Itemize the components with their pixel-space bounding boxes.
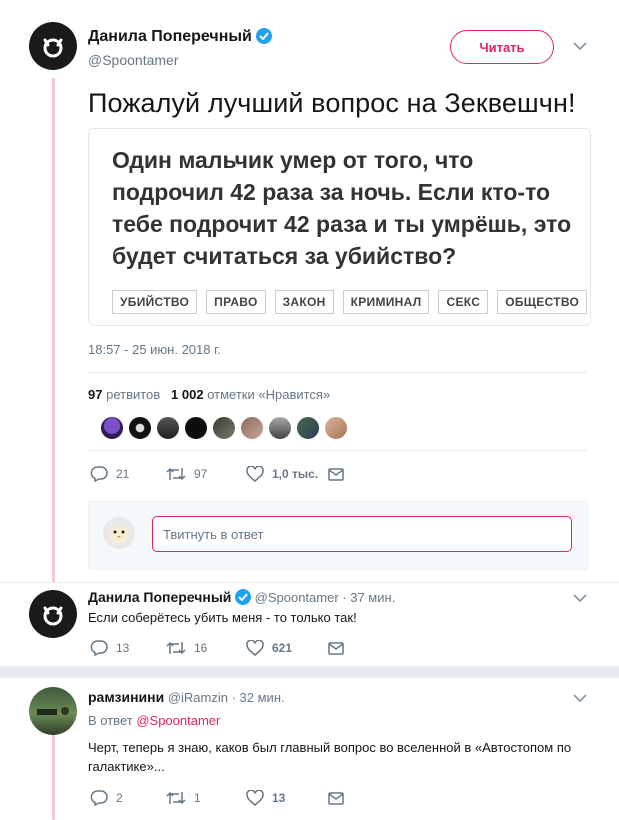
liker-avatar[interactable] [324, 416, 348, 440]
retweet-action[interactable]: 16 [166, 641, 246, 655]
direct-message-icon[interactable] [328, 790, 344, 806]
reply-text: Черт, теперь я знаю, каков был главный в… [88, 740, 572, 774]
reply-header: Данила Поперечный @Spoontamer · 37 мин. [88, 589, 395, 605]
liker-avatar[interactable] [212, 416, 236, 440]
divider [88, 450, 588, 451]
thread-line-bottom [52, 730, 55, 820]
reply-text: Если соберётесь убить меня - то только т… [88, 610, 357, 625]
reply-time[interactable]: · 32 мин. [232, 690, 285, 705]
retweet-count: 16 [194, 641, 208, 655]
author-name[interactable]: Данила Поперечный [88, 28, 252, 45]
card-question: Один мальчик умер от того, что подрочил … [112, 147, 572, 269]
horned-logo-icon [43, 606, 63, 626]
retweet-icon [166, 791, 186, 805]
direct-message-icon[interactable] [328, 466, 344, 482]
verified-icon [256, 28, 273, 44]
like-action[interactable]: 621 [246, 640, 328, 656]
reply-icon [90, 790, 108, 806]
reply-action[interactable]: 21 [90, 466, 166, 482]
retweet-count: 1 [194, 791, 201, 805]
in-reply-link[interactable]: @Spoontamer [136, 713, 220, 728]
liker-avatar[interactable] [156, 416, 180, 440]
tweet-actions: 21 97 1,0 тыс. [90, 466, 344, 482]
in-reply-prefix: В ответ [88, 713, 133, 728]
likes-count[interactable]: 1 002 [171, 387, 204, 402]
heart-icon [246, 790, 264, 806]
divider [0, 582, 619, 583]
reply-header: рамзинини @iRamzin · 32 мин. [88, 689, 285, 705]
engagement-stats: 97 ретвитов 1 002 отметки «Нравится» [88, 387, 330, 402]
retweet-count: 97 [194, 467, 208, 481]
like-count: 621 [272, 641, 293, 655]
thread-separator [0, 666, 619, 678]
verified-icon [235, 589, 252, 605]
tag: ЗАКОН [274, 290, 334, 314]
tweet-actions: 13 16 621 [90, 640, 344, 656]
bird-avatar-icon [109, 526, 129, 544]
retweet-icon [166, 467, 186, 481]
liker-avatar[interactable] [296, 416, 320, 440]
tag: КРИМИНАЛ [342, 290, 430, 314]
author-block: Данила Поперечный @Spoontamer [88, 28, 273, 68]
reply-action[interactable]: 13 [90, 640, 166, 656]
likes-label[interactable]: отметки «Нравится» [207, 387, 330, 402]
heart-icon [246, 466, 264, 482]
landscape-photo-icon [37, 707, 69, 715]
chevron-down-icon[interactable] [573, 694, 587, 703]
tweet-actions: 2 1 13 [90, 790, 344, 806]
liker-avatar[interactable] [100, 416, 124, 440]
retweet-action[interactable]: 1 [166, 791, 246, 805]
liker-avatar[interactable] [240, 416, 264, 440]
reply-input[interactable]: Твитнуть в ответ [152, 516, 572, 552]
reply-icon [90, 466, 108, 482]
retweet-action[interactable]: 97 [166, 467, 246, 481]
tweet-text: Пожалуй лучший вопрос на Зеквешчн! [88, 88, 576, 118]
reply-count: 21 [116, 467, 130, 481]
liker-avatar[interactable] [184, 416, 208, 440]
author-handle[interactable]: @iRamzin [168, 690, 228, 705]
user-avatar [103, 517, 135, 549]
like-action[interactable]: 1,0 тыс. [246, 466, 328, 482]
tag: ОБЩЕСТВО [497, 290, 588, 314]
avatar[interactable] [29, 590, 77, 638]
thread-line-top [52, 78, 55, 583]
retweets-label[interactable]: ретвитов [106, 387, 160, 402]
like-count: 1,0 тыс. [272, 467, 319, 481]
author-handle[interactable]: @Spoontamer [255, 590, 339, 605]
author-handle[interactable]: @Spoontamer [88, 52, 272, 68]
author-name[interactable]: Данила Поперечный [88, 589, 231, 605]
chevron-down-icon[interactable] [573, 594, 587, 603]
like-count: 13 [272, 791, 286, 805]
tag: ПРАВО [206, 290, 266, 314]
avatar[interactable] [29, 687, 77, 735]
horned-logo-icon [43, 38, 63, 58]
heart-icon [246, 640, 264, 656]
reply-time[interactable]: · 37 мин. [342, 590, 395, 605]
likers-avatars [100, 416, 348, 440]
tag: СЕКС [438, 290, 489, 314]
card-tags: УБИЙСТВО ПРАВО ЗАКОН КРИМИНАЛ СЕКС ОБЩЕС… [112, 290, 588, 314]
retweet-icon [166, 641, 186, 655]
divider [88, 372, 588, 373]
avatar[interactable] [29, 22, 77, 70]
chevron-down-icon[interactable] [573, 42, 587, 51]
liker-avatar[interactable] [268, 416, 292, 440]
reply-icon [90, 640, 108, 656]
retweets-count[interactable]: 97 [88, 387, 102, 402]
tweet-timestamp[interactable]: 18:57 - 25 июн. 2018 г. [88, 342, 221, 357]
like-action[interactable]: 13 [246, 790, 328, 806]
tag: УБИЙСТВО [112, 290, 198, 314]
question-card[interactable]: Один мальчик умер от того, что подрочил … [88, 128, 591, 326]
reply-action[interactable]: 2 [90, 790, 166, 806]
author-name[interactable]: рамзинини [88, 689, 164, 705]
follow-button[interactable]: Читать [450, 30, 554, 64]
reply-count: 2 [116, 791, 123, 805]
reply-count: 13 [116, 641, 130, 655]
liker-avatar[interactable] [128, 416, 152, 440]
in-reply-to: В ответ @Spoontamer [88, 713, 220, 728]
direct-message-icon[interactable] [328, 640, 344, 656]
